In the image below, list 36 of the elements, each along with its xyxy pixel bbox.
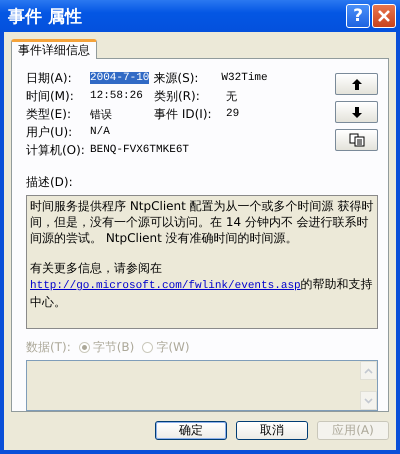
field-value: 无 — [226, 90, 237, 104]
copy-button[interactable] — [335, 129, 378, 151]
field-label: 类型(E): — [26, 106, 72, 122]
field-value: BENQ-FVX6TMKE6T — [90, 144, 190, 156]
data-label: 数据(T): — [26, 339, 71, 356]
field-label: 类别(R): — [154, 88, 201, 104]
field-label: 事件 ID(I): — [154, 106, 213, 122]
up-arrow-icon — [352, 78, 362, 90]
field-label: 时间(M): — [26, 88, 75, 104]
tab[interactable]: 事件详细信息 — [11, 39, 97, 59]
field-label: 日期(A): — [26, 70, 73, 86]
next-button[interactable] — [335, 101, 378, 123]
field-value: 29 — [226, 108, 240, 120]
help-button[interactable]: ? — [346, 4, 370, 28]
dialog-button[interactable]: 确定 — [155, 421, 227, 440]
field-value: W32Time — [221, 72, 268, 84]
up-chevron-icon — [364, 368, 373, 374]
close-button[interactable] — [372, 4, 396, 28]
down-chevron-icon — [364, 398, 373, 404]
field-value: 错误 — [90, 108, 113, 122]
down-arrow-icon — [352, 106, 362, 118]
description-text: 有关更多信息，请参阅在 http://go.microsoft.com/fwlink/events.asp的帮助和支持中心。 — [30, 260, 374, 310]
field-label: 计算机(O): — [26, 142, 86, 158]
close-icon — [377, 9, 391, 23]
field-value: 2004-7-10 — [90, 72, 150, 84]
field-value: 12:58:26 — [90, 90, 144, 102]
help-link[interactable]: http://go.microsoft.com/fwlink/events.asp — [30, 280, 301, 292]
field-label: 用户(U): — [26, 124, 74, 140]
previous-button[interactable] — [335, 73, 378, 95]
description-text: 时间服务提供程序 NtpClient 配置为从一个或多个时间源 获得时间，但是，没有一个源可以访问。在 14 分钟内不 会进行联系时间源的尝试。 NtpClient 没有准确时间的时间源。 — [30, 198, 374, 246]
window-title: 事件 属性 — [8, 6, 82, 28]
field-value: N/A — [90, 126, 111, 138]
dialog-button[interactable]: 取消 — [236, 421, 308, 440]
field-label: 来源(S): — [153, 70, 200, 86]
description-label: 描述(D): — [26, 174, 74, 191]
copy-icon — [348, 133, 364, 147]
